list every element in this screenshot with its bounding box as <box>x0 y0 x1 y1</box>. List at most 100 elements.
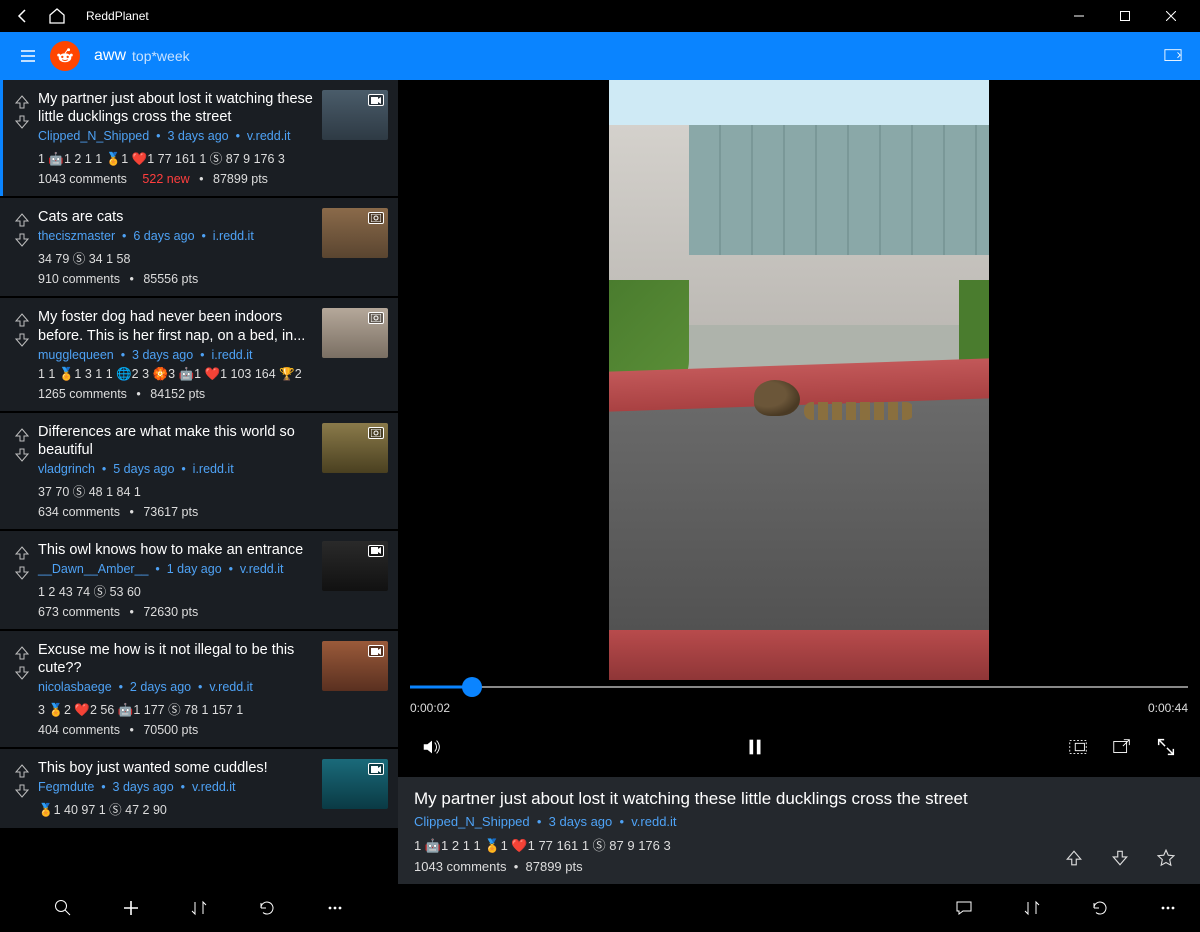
time-current: 0:00:02 <box>410 701 450 715</box>
post-awards: 1 2 43 74 Ⓢ 53 60 <box>38 581 314 600</box>
sort-icon <box>1023 899 1041 917</box>
post-meta: mugglequeen • 3 days ago • i.redd.it <box>38 348 314 362</box>
back-button[interactable] <box>6 0 40 32</box>
upvote-icon[interactable] <box>15 95 29 109</box>
minimize-button[interactable] <box>1056 0 1102 32</box>
plus-icon <box>122 899 140 917</box>
post-thumbnail[interactable] <box>322 541 388 591</box>
post-item[interactable]: Cats are cats theciszmaster • 6 days ago… <box>0 198 398 296</box>
downvote-icon[interactable] <box>15 333 29 347</box>
video-icon <box>368 763 384 775</box>
theater-button[interactable] <box>1056 725 1100 769</box>
post-item[interactable]: Excuse me how is it not illegal to be th… <box>0 631 398 747</box>
refresh-list-button[interactable] <box>257 898 277 918</box>
vote-column <box>12 208 32 286</box>
upvote-icon[interactable] <box>15 646 29 660</box>
vote-column <box>12 308 32 400</box>
post-stats: 634 comments • 73617 pts <box>38 505 314 519</box>
post-title: My foster dog had never been indoors bef… <box>38 308 314 344</box>
vote-column <box>12 541 32 619</box>
post-item[interactable]: My foster dog had never been indoors bef… <box>0 298 398 410</box>
downvote-icon[interactable] <box>15 666 29 680</box>
minimize-icon <box>1074 11 1084 21</box>
upvote-icon[interactable] <box>15 428 29 442</box>
post-awards: 1 🤖1 2 1 1 🏅1 ❤️1 77 161 1 Ⓢ 87 9 176 3 <box>38 148 314 167</box>
downvote-button[interactable] <box>1110 848 1130 868</box>
close-icon <box>1166 11 1176 21</box>
upvote-icon[interactable] <box>15 213 29 227</box>
post-item[interactable]: My partner just about lost it watching t… <box>0 80 398 196</box>
downvote-icon[interactable] <box>15 448 29 462</box>
detail-meta: Clipped_N_Shipped • 3 days ago • v.redd.… <box>414 814 1064 829</box>
downvote-icon[interactable] <box>15 566 29 580</box>
detail-actions <box>1064 789 1184 874</box>
subreddit-name[interactable]: aww <box>94 47 126 65</box>
player-controls: 0:00:02 0:00:44 <box>410 679 1188 777</box>
post-title: Differences are what make this world so … <box>38 423 314 459</box>
display-icon <box>1164 47 1182 65</box>
hamburger-button[interactable] <box>12 40 44 72</box>
video-frame <box>609 80 989 680</box>
fullscreen-button[interactable] <box>1144 725 1188 769</box>
post-item[interactable]: This boy just wanted some cuddles! Fegmd… <box>0 749 398 828</box>
post-thumbnail[interactable] <box>322 308 388 358</box>
detail-bar: My partner just about lost it watching t… <box>398 777 1200 884</box>
arrow-up-icon <box>1065 849 1083 867</box>
post-awards: 3 🏅2 ❤️2 56 🤖1 177 Ⓢ 78 1 157 1 <box>38 699 314 718</box>
post-thumbnail[interactable] <box>322 90 388 140</box>
post-list: My partner just about lost it watching t… <box>0 80 398 884</box>
refresh-icon <box>258 899 276 917</box>
sort-viewer-button[interactable] <box>1022 898 1042 918</box>
photo-icon <box>368 212 384 224</box>
volume-button[interactable] <box>410 725 454 769</box>
close-button[interactable] <box>1148 0 1194 32</box>
upvote-icon[interactable] <box>15 764 29 778</box>
post-stats: 404 comments • 70500 pts <box>38 723 314 737</box>
post-stats: 673 comments • 72630 pts <box>38 605 314 619</box>
post-awards: 34 79 Ⓢ 34 1 58 <box>38 248 314 267</box>
play-pause-button[interactable] <box>733 725 777 769</box>
vote-column <box>12 759 32 818</box>
post-awards: 🏅1 40 97 1 Ⓢ 47 2 90 <box>38 799 314 818</box>
refresh-viewer-button[interactable] <box>1090 898 1110 918</box>
downvote-icon[interactable] <box>15 233 29 247</box>
add-button[interactable] <box>121 898 141 918</box>
display-mode-button[interactable] <box>1164 47 1188 65</box>
search-button[interactable] <box>53 898 73 918</box>
post-thumbnail[interactable] <box>322 208 388 258</box>
upvote-icon[interactable] <box>15 546 29 560</box>
favorite-button[interactable] <box>1156 848 1176 868</box>
downvote-icon[interactable] <box>15 784 29 798</box>
post-thumbnail[interactable] <box>322 423 388 473</box>
maximize-icon <box>1120 11 1130 21</box>
home-button[interactable] <box>40 0 74 32</box>
arrow-left-icon <box>15 8 31 24</box>
post-thumbnail[interactable] <box>322 759 388 809</box>
maximize-button[interactable] <box>1102 0 1148 32</box>
video-icon <box>368 645 384 657</box>
detail-awards: 1 🤖1 2 1 1 🏅1 ❤️1 77 161 1 Ⓢ 87 9 176 3 <box>414 835 1064 854</box>
post-title: This owl knows how to make an entrance <box>38 541 314 559</box>
post-meta: vladgrinch • 5 days ago • i.redd.it <box>38 462 314 476</box>
sort-icon <box>190 899 208 917</box>
upvote-icon[interactable] <box>15 313 29 327</box>
sort-button[interactable] <box>189 898 209 918</box>
popout-button[interactable] <box>1100 725 1144 769</box>
home-icon <box>48 7 66 25</box>
more-list-button[interactable] <box>325 898 345 918</box>
reddit-logo <box>50 41 80 71</box>
upvote-button[interactable] <box>1064 848 1084 868</box>
more-viewer-button[interactable] <box>1158 898 1178 918</box>
post-thumbnail[interactable] <box>322 641 388 691</box>
video-icon <box>368 94 384 106</box>
video-area[interactable]: 0:00:02 0:00:44 <box>398 80 1200 777</box>
downvote-icon[interactable] <box>15 115 29 129</box>
seek-bar[interactable] <box>410 679 1188 695</box>
post-item[interactable]: This owl knows how to make an entrance _… <box>0 531 398 629</box>
theater-icon <box>1067 736 1089 758</box>
sort-label[interactable]: top*week <box>132 48 190 64</box>
post-item[interactable]: Differences are what make this world so … <box>0 413 398 529</box>
arrow-down-icon <box>1111 849 1129 867</box>
more-icon <box>1159 899 1177 917</box>
comments-button[interactable] <box>954 898 974 918</box>
